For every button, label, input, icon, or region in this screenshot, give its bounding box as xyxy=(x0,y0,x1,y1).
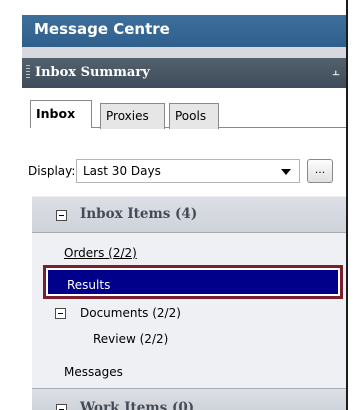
tab-inbox[interactable]: Inbox xyxy=(30,100,92,128)
chevron-down-icon[interactable] xyxy=(281,169,291,175)
display-period-select[interactable]: Last 30 Days xyxy=(76,159,300,183)
pin-icon[interactable]: ⫠ xyxy=(331,64,341,79)
work-items-group-header[interactable]: Work Items (0) xyxy=(32,389,346,410)
pane-title: Inbox Summary xyxy=(35,65,150,80)
list-item-messages[interactable]: Messages xyxy=(64,365,123,379)
list-item-review[interactable]: Review (2/2) xyxy=(93,332,168,346)
inbox-items-group-header[interactable]: Inbox Items (4) xyxy=(32,197,346,233)
selection-highlight: Results xyxy=(48,270,338,294)
list-item-results-label: Results xyxy=(67,278,111,292)
display-label: Display: xyxy=(28,164,76,178)
drag-grip-icon[interactable] xyxy=(26,65,30,80)
window-title: Message Centre xyxy=(34,20,170,38)
tab-proxies[interactable]: Proxies xyxy=(100,103,165,129)
tab-pools[interactable]: Pools xyxy=(169,103,219,129)
window-right-border xyxy=(346,0,348,410)
work-items-title: Work Items (0) xyxy=(80,400,195,410)
documents-collapse-icon[interactable] xyxy=(55,308,66,319)
expand-icon[interactable] xyxy=(56,404,67,410)
collapse-icon[interactable] xyxy=(56,210,67,221)
pane-header[interactable]: Inbox Summary ⫠ xyxy=(22,58,346,88)
display-options-button[interactable]: ... xyxy=(307,159,333,183)
display-selected-value: Last 30 Days xyxy=(83,164,161,178)
list-item-orders[interactable]: Orders (2/2) xyxy=(64,246,137,260)
inbox-items-title: Inbox Items (4) xyxy=(80,206,198,222)
message-centre-window: Message Centre Inbox Summary ⫠ Inbox Pro… xyxy=(0,0,354,410)
list-item-documents[interactable]: Documents (2/2) xyxy=(80,306,181,320)
list-item-results[interactable]: Results xyxy=(43,265,343,299)
window-title-bar: Message Centre xyxy=(22,15,346,47)
